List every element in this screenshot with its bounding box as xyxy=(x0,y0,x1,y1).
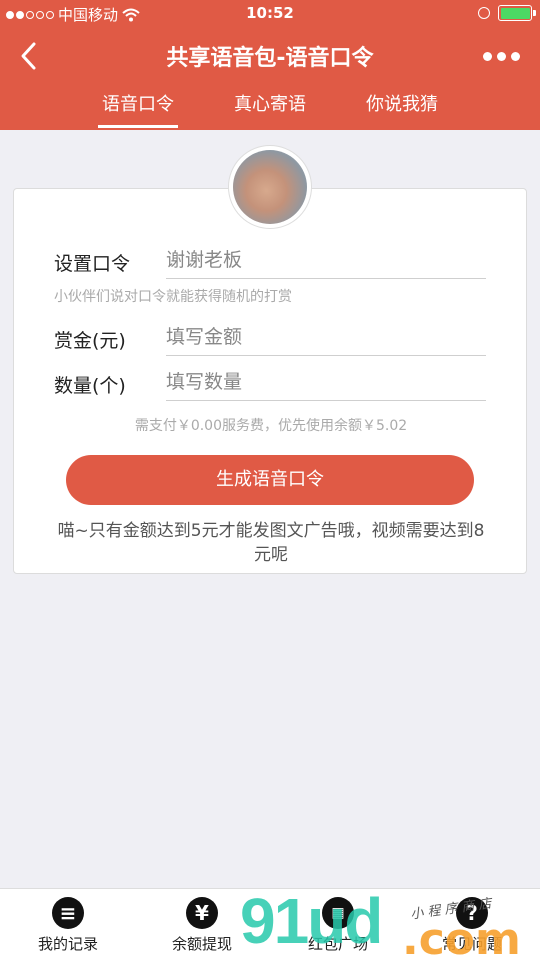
reward-label: 赏金(元) xyxy=(54,330,126,352)
avatar xyxy=(228,145,312,229)
tabbar-item-records[interactable]: ≡ 我的记录 xyxy=(18,897,118,954)
status-time: 10:52 xyxy=(246,4,294,22)
tabbar-label: 我的记录 xyxy=(37,935,98,953)
more-icon[interactable] xyxy=(483,52,520,61)
status-bar: 中国移动 10:52 xyxy=(0,0,540,28)
yen-icon: ¥ xyxy=(186,897,218,929)
rotation-lock-icon xyxy=(478,7,490,19)
battery-icon xyxy=(498,5,536,21)
status-right xyxy=(478,5,536,21)
list-icon: ≡ xyxy=(52,897,84,929)
tip-note: 喵~只有金额达到5元才能发图文广告哦，视频需要达到8元呢 xyxy=(57,521,485,565)
fee-text: 需支付￥0.00服务费，优先使用余额￥5.02 xyxy=(134,418,408,434)
count-input[interactable]: 填写数量 xyxy=(166,367,486,401)
command-input[interactable]: 谢谢老板 xyxy=(166,245,486,279)
header: 共享语音包-语音口令 语音口令 真心寄语 你说我猜 xyxy=(0,28,540,130)
tab-you-say-i-guess[interactable]: 你说我猜 xyxy=(366,90,438,116)
tab-voice-command[interactable]: 语音口令 xyxy=(98,90,178,128)
tab-heartfelt-message[interactable]: 真心寄语 xyxy=(234,90,306,116)
command-label: 设置口令 xyxy=(54,253,131,275)
tab-label: 你说我猜 xyxy=(366,94,438,115)
avatar-image xyxy=(233,150,307,224)
count-label: 数量(个) xyxy=(54,375,126,397)
reward-input[interactable]: 填写金额 xyxy=(166,322,486,356)
page-title: 共享语音包-语音口令 xyxy=(166,46,374,71)
tab-label: 真心寄语 xyxy=(234,94,306,115)
tabbar-label: 余额提现 xyxy=(171,935,232,953)
tab-bar: 语音口令 真心寄语 你说我猜 xyxy=(0,90,540,130)
watermark-logo: 91ud xyxy=(240,885,383,957)
tabbar-item-withdraw[interactable]: ¥ 余额提现 xyxy=(152,897,252,954)
watermark-suffix: .com xyxy=(402,914,521,960)
form-card: 设置口令 谢谢老板 小伙伴们说对口令就能获得随机的打赏 赏金(元) 填写金额 数… xyxy=(13,188,527,574)
generate-voice-command-button[interactable]: 生成语音口令 xyxy=(66,455,474,505)
command-hint: 小伙伴们说对口令就能获得随机的打赏 xyxy=(54,289,292,305)
tab-label: 语音口令 xyxy=(102,94,174,115)
